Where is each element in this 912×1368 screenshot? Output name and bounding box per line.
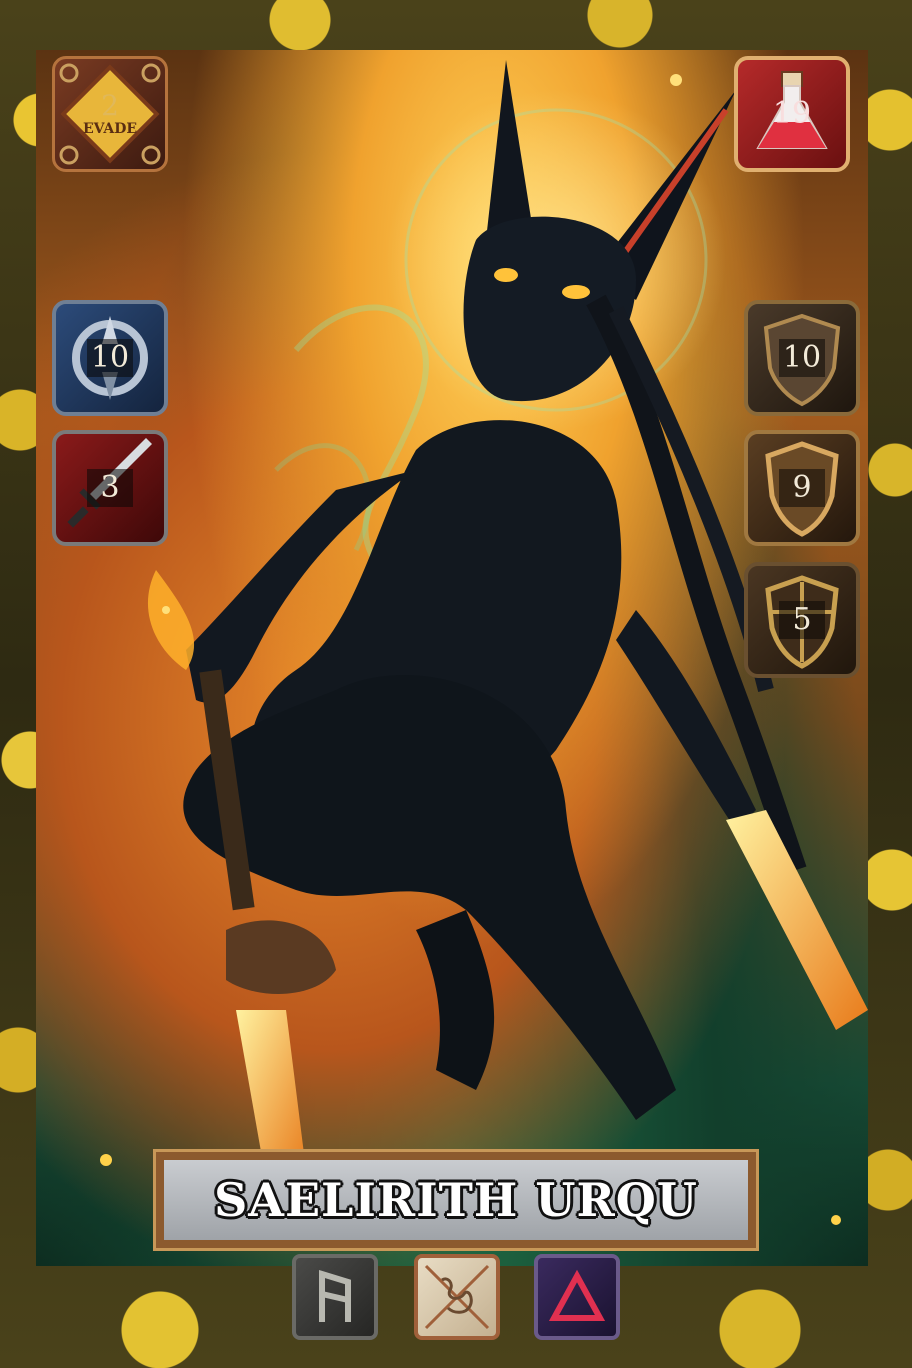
- scroll-sigil-icon: [424, 1264, 490, 1330]
- defense-stat-2: 9: [744, 430, 860, 546]
- evade-label: EVADE: [82, 121, 138, 137]
- defense-stat-1: 10: [744, 300, 860, 416]
- card-page: 2 EVADE 19 10 3 10 9 5 SAELIRITH URQU: [0, 0, 912, 1368]
- defense-value-3: 5: [779, 601, 825, 639]
- rune-a-icon: [319, 1269, 351, 1322]
- scroll-sigil-button[interactable]: [414, 1254, 500, 1340]
- defense-stat-3: 5: [744, 562, 860, 678]
- compass-value: 10: [86, 339, 134, 377]
- triangle-rune-icon: [548, 1269, 606, 1321]
- defense-value-2: 9: [779, 469, 825, 507]
- compass-stat: 10: [52, 300, 168, 416]
- triangle-rune-button[interactable]: [534, 1254, 620, 1340]
- name-plate: SAELIRITH URQU: [153, 1149, 759, 1251]
- rune-a-button[interactable]: [292, 1254, 378, 1340]
- character-name: SAELIRITH URQU: [214, 1173, 698, 1227]
- potion-stat: 19: [734, 56, 850, 172]
- defense-value-1: 10: [778, 339, 826, 377]
- sword-value: 3: [87, 469, 133, 507]
- evade-stat: 2 EVADE: [52, 56, 168, 172]
- potion-value: 19: [772, 96, 812, 131]
- sword-stat: 3: [52, 430, 168, 546]
- evade-value: 2: [101, 89, 119, 122]
